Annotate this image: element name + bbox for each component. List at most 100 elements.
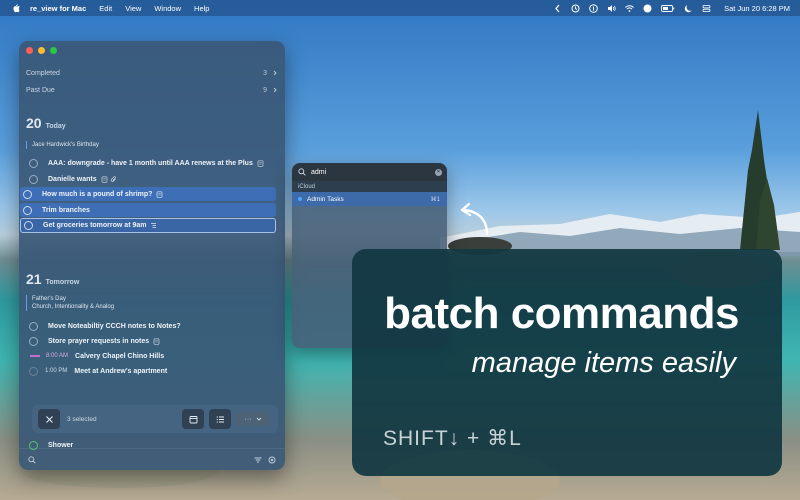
menu-view[interactable]: View bbox=[125, 4, 141, 13]
chevron-left-icon[interactable] bbox=[553, 4, 562, 13]
chevron-down-icon bbox=[256, 417, 261, 421]
search-icon bbox=[298, 168, 306, 176]
tomorrow-day-word: Tomorrow bbox=[45, 279, 80, 286]
task-title: How much is a pound of shrimp? bbox=[42, 190, 153, 198]
menu-window[interactable]: Window bbox=[154, 4, 181, 13]
clear-search-icon[interactable]: ✕ bbox=[435, 168, 442, 176]
task-checkbox[interactable] bbox=[23, 205, 32, 215]
list-search-field[interactable]: admi ✕ bbox=[292, 163, 447, 181]
set-date-button[interactable] bbox=[182, 409, 204, 429]
list-icon bbox=[216, 415, 224, 423]
task-title: Store prayer requests in notes bbox=[48, 337, 150, 345]
chevron-right-icon bbox=[273, 70, 277, 76]
task-checkbox[interactable] bbox=[29, 321, 38, 331]
selected-count-label: 3 selected bbox=[67, 415, 97, 423]
minimize-window-button[interactable] bbox=[38, 47, 45, 54]
task-title: Get groceries tomorrow at 9am bbox=[43, 222, 147, 229]
search-input-value[interactable]: admi bbox=[311, 169, 326, 176]
past-due-count: 9 bbox=[263, 86, 267, 94]
control-center-icon[interactable] bbox=[702, 4, 711, 13]
task-checkbox[interactable] bbox=[23, 189, 32, 199]
past-due-row[interactable]: Past Due 9 bbox=[26, 82, 278, 98]
tomorrow-day-number: 21 bbox=[26, 271, 42, 287]
curved-arrow-icon bbox=[460, 202, 489, 236]
deselect-button[interactable] bbox=[38, 409, 60, 429]
zoom-window-button[interactable] bbox=[50, 47, 57, 54]
today-day-word: Today bbox=[45, 123, 66, 130]
menu-help[interactable]: Help bbox=[194, 4, 209, 13]
task-row[interactable]: Store prayer requests in notes bbox=[26, 334, 278, 348]
move-to-list-button[interactable] bbox=[209, 409, 231, 429]
batch-action-bar: 3 selected ··· bbox=[32, 405, 278, 433]
wifi-icon[interactable] bbox=[625, 4, 634, 13]
past-due-label: Past Due bbox=[26, 86, 55, 94]
task-title: Trim branches bbox=[42, 206, 90, 214]
task-row[interactable]: Danielle wants bbox=[26, 172, 278, 186]
calendar-item[interactable]: 8:00 AM Calvery Chapel Chino Hills bbox=[26, 349, 278, 363]
promo-headline: batch commands bbox=[384, 289, 739, 338]
window-controls bbox=[26, 47, 57, 54]
tomorrow-calendar-event[interactable]: Father's Day Church, Intentionality & An… bbox=[26, 295, 114, 311]
search-result-item[interactable]: Admin Tasks ⌘1 bbox=[292, 192, 447, 206]
calendar-title: Calvery Chapel Chino Hills bbox=[75, 352, 165, 360]
note-icon bbox=[257, 159, 264, 167]
promo-keyboard-shortcut: SHIFT↓ + ⌘L bbox=[383, 427, 522, 450]
completed-count: 3 bbox=[263, 69, 267, 77]
calendar-icon bbox=[189, 415, 197, 423]
list-color-dot bbox=[298, 197, 302, 201]
task-title: Danielle wants bbox=[48, 175, 97, 183]
history-icon[interactable] bbox=[571, 4, 580, 13]
task-title: AAA: downgrade - have 1 month until AAA … bbox=[48, 159, 253, 167]
close-window-button[interactable] bbox=[26, 47, 33, 54]
badge-one-icon[interactable] bbox=[589, 3, 598, 13]
filter-icon[interactable] bbox=[254, 456, 262, 464]
menu-bar: re_view for Mac Edit View Window Help Sa… bbox=[0, 0, 800, 16]
task-row[interactable]: AAA: downgrade - have 1 month until AAA … bbox=[26, 156, 278, 170]
task-title: Move Noteabiltiy CCCH notes to Notes? bbox=[48, 322, 181, 330]
battery-icon[interactable] bbox=[661, 4, 675, 13]
menubar-clock[interactable]: Sat Jun 20 6:28 PM bbox=[724, 4, 790, 13]
reminders-window: Completed 3 Past Due 9 20 Today Jace Har… bbox=[19, 41, 285, 470]
task-checkbox[interactable] bbox=[29, 174, 38, 184]
subtasks-icon bbox=[151, 223, 157, 228]
note-icon bbox=[101, 175, 107, 183]
result-shortcut: ⌘1 bbox=[430, 196, 440, 203]
calendar-circle bbox=[29, 366, 38, 376]
event-title: Father's Day bbox=[32, 296, 66, 302]
volume-icon[interactable] bbox=[607, 4, 616, 13]
feature-promo-card: batch commands manage items easily SHIFT… bbox=[352, 249, 782, 476]
today-day-number: 20 bbox=[26, 115, 42, 131]
moon-icon[interactable] bbox=[684, 4, 693, 13]
note-icon bbox=[153, 337, 160, 345]
calendar-time: 1:00 PM bbox=[45, 368, 68, 374]
task-row-selected-focused[interactable]: Get groceries tomorrow at 9am bbox=[20, 218, 276, 233]
more-actions-button[interactable]: ··· bbox=[236, 412, 270, 426]
search-icon[interactable] bbox=[28, 456, 36, 464]
task-row-selected[interactable]: Trim branches bbox=[20, 203, 276, 217]
menu-app-name[interactable]: re_view for Mac bbox=[30, 4, 86, 13]
control-circle-icon[interactable] bbox=[643, 4, 652, 13]
menu-edit[interactable]: Edit bbox=[99, 4, 112, 13]
completed-label: Completed bbox=[26, 69, 60, 77]
task-checkbox[interactable] bbox=[24, 221, 33, 230]
today-calendar-event[interactable]: Jace Hardwick's Birthday bbox=[26, 141, 99, 149]
event-subtitle: Church, Intentionality & Analog bbox=[32, 304, 115, 310]
result-label: Admin Tasks bbox=[307, 195, 344, 203]
task-row[interactable]: Move Noteabiltiy CCCH notes to Notes? bbox=[26, 319, 278, 333]
completed-row[interactable]: Completed 3 bbox=[26, 65, 278, 81]
window-bottom-toolbar bbox=[19, 448, 285, 470]
calendar-title: Meet at Andrew's apartment bbox=[74, 367, 168, 375]
calendar-color-bar bbox=[30, 355, 40, 357]
promo-subheadline: manage items easily bbox=[471, 347, 736, 379]
task-checkbox[interactable] bbox=[29, 336, 38, 346]
today-header: 20 Today bbox=[26, 115, 66, 131]
note-icon bbox=[157, 190, 163, 198]
calendar-item[interactable]: 1:00 PM Meet at Andrew's apartment bbox=[26, 364, 278, 378]
calendar-time: 8:00 AM bbox=[46, 353, 69, 359]
gear-icon[interactable] bbox=[268, 456, 276, 464]
apple-logo-icon[interactable] bbox=[11, 3, 21, 13]
task-checkbox[interactable] bbox=[29, 158, 38, 168]
more-label: ··· bbox=[244, 415, 252, 423]
attachment-icon bbox=[110, 175, 116, 182]
task-row-selected[interactable]: How much is a pound of shrimp? bbox=[20, 187, 276, 201]
